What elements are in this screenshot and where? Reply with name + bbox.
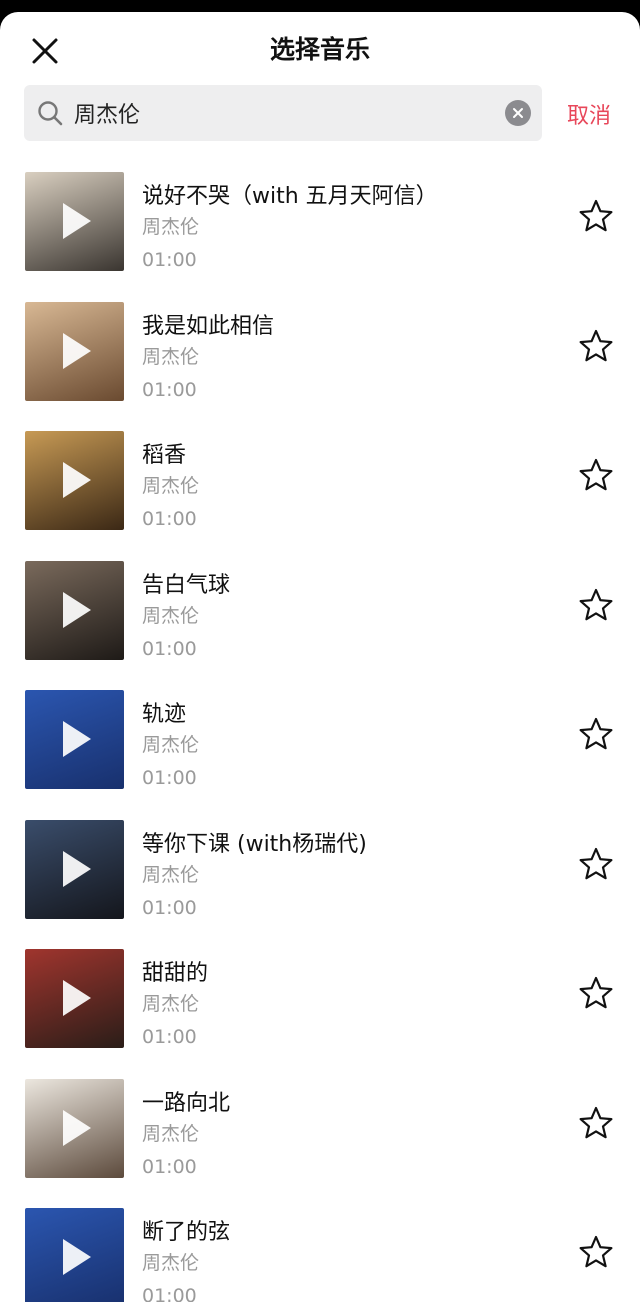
album-cover[interactable] [25, 560, 124, 660]
song-duration: 01:00 [142, 1285, 197, 1302]
play-icon[interactable] [63, 591, 91, 628]
song-duration: 01:00 [142, 378, 197, 401]
favorite-star-icon[interactable] [578, 198, 614, 234]
song-duration: 01:00 [142, 637, 197, 660]
song-artist: 周杰伦 [142, 1252, 200, 1274]
song-artist: 周杰伦 [142, 863, 200, 886]
album-cover[interactable] [25, 819, 124, 919]
album-cover[interactable] [25, 1208, 124, 1302]
song-artist: 周杰伦 [142, 216, 200, 238]
song-list: 说好不哭（with 五月天阿信） 周杰伦 01:00 我是如此相信 周杰伦 01… [0, 172, 640, 1302]
song-artist: 周杰伦 [142, 1122, 200, 1145]
favorite-star-icon[interactable] [578, 975, 614, 1011]
song-duration: 01:00 [142, 896, 197, 919]
favorite-star-icon[interactable] [578, 587, 614, 623]
album-cover[interactable] [25, 1078, 124, 1178]
song-title: 等你下课 (with杨瑞代) [142, 831, 367, 857]
song-item[interactable]: 等你下课 (with杨瑞代) 周杰伦 01:00 [0, 819, 640, 950]
favorite-star-icon[interactable] [578, 846, 614, 882]
play-icon[interactable] [63, 721, 91, 757]
song-title: 断了的弦 [142, 1220, 231, 1245]
song-artist: 周杰伦 [142, 475, 200, 497]
song-item[interactable]: 一路向北 周杰伦 01:00 [0, 1078, 640, 1209]
song-title: 我是如此相信 [142, 313, 275, 339]
album-cover[interactable] [25, 301, 124, 401]
song-title: 甜甜的 [142, 961, 209, 986]
song-title: 一路向北 [142, 1090, 231, 1116]
search-row: 取消 [0, 82, 640, 146]
clear-icon [513, 108, 523, 118]
song-title: 告白气球 [142, 572, 231, 598]
clear-search-button[interactable] [505, 100, 531, 126]
song-title: 说好不哭（with 五月天阿信） [142, 184, 438, 209]
music-picker-sheet: 选择音乐 取消 说好不哭（with 五月天阿信） 周杰伦 01:00 [0, 12, 640, 1302]
song-item[interactable]: 我是如此相信 周杰伦 01:00 [0, 301, 640, 432]
song-title: 稻香 [142, 443, 187, 468]
song-artist: 周杰伦 [142, 734, 200, 756]
favorite-star-icon[interactable] [578, 328, 614, 364]
search-box[interactable] [24, 85, 542, 141]
search-icon [38, 101, 63, 126]
song-duration: 01:00 [142, 249, 197, 271]
favorite-star-icon[interactable] [578, 457, 614, 493]
song-duration: 01:00 [142, 508, 197, 530]
play-icon[interactable] [63, 462, 91, 498]
play-icon[interactable] [63, 1109, 91, 1146]
page-title: 选择音乐 [269, 35, 370, 64]
song-duration: 01:00 [142, 1155, 197, 1178]
song-title: 轨迹 [142, 702, 187, 727]
header: 选择音乐 [0, 12, 640, 82]
song-item[interactable]: 说好不哭（with 五月天阿信） 周杰伦 01:00 [0, 172, 640, 302]
search-input[interactable] [74, 95, 494, 131]
song-item[interactable]: 告白气球 周杰伦 01:00 [0, 560, 640, 691]
play-icon[interactable] [63, 850, 91, 887]
album-cover[interactable] [25, 431, 124, 530]
song-item[interactable]: 稻香 周杰伦 01:00 [0, 431, 640, 561]
favorite-star-icon[interactable] [578, 1105, 614, 1141]
play-icon[interactable] [63, 203, 91, 239]
song-item[interactable]: 断了的弦 周杰伦 01:00 [0, 1208, 640, 1302]
song-item[interactable]: 轨迹 周杰伦 01:00 [0, 690, 640, 820]
album-cover[interactable] [25, 690, 124, 789]
song-item[interactable]: 甜甜的 周杰伦 01:00 [0, 949, 640, 1079]
album-cover[interactable] [25, 949, 124, 1048]
song-duration: 01:00 [142, 1026, 197, 1048]
favorite-star-icon[interactable] [578, 1234, 614, 1270]
song-artist: 周杰伦 [142, 604, 200, 627]
song-artist: 周杰伦 [142, 345, 200, 368]
song-duration: 01:00 [142, 767, 197, 789]
play-icon[interactable] [63, 1239, 91, 1275]
play-icon[interactable] [63, 980, 91, 1016]
favorite-star-icon[interactable] [578, 716, 614, 752]
song-artist: 周杰伦 [142, 993, 200, 1015]
cancel-button[interactable]: 取消 [567, 98, 611, 130]
play-icon[interactable] [63, 332, 91, 369]
album-cover[interactable] [25, 172, 124, 271]
